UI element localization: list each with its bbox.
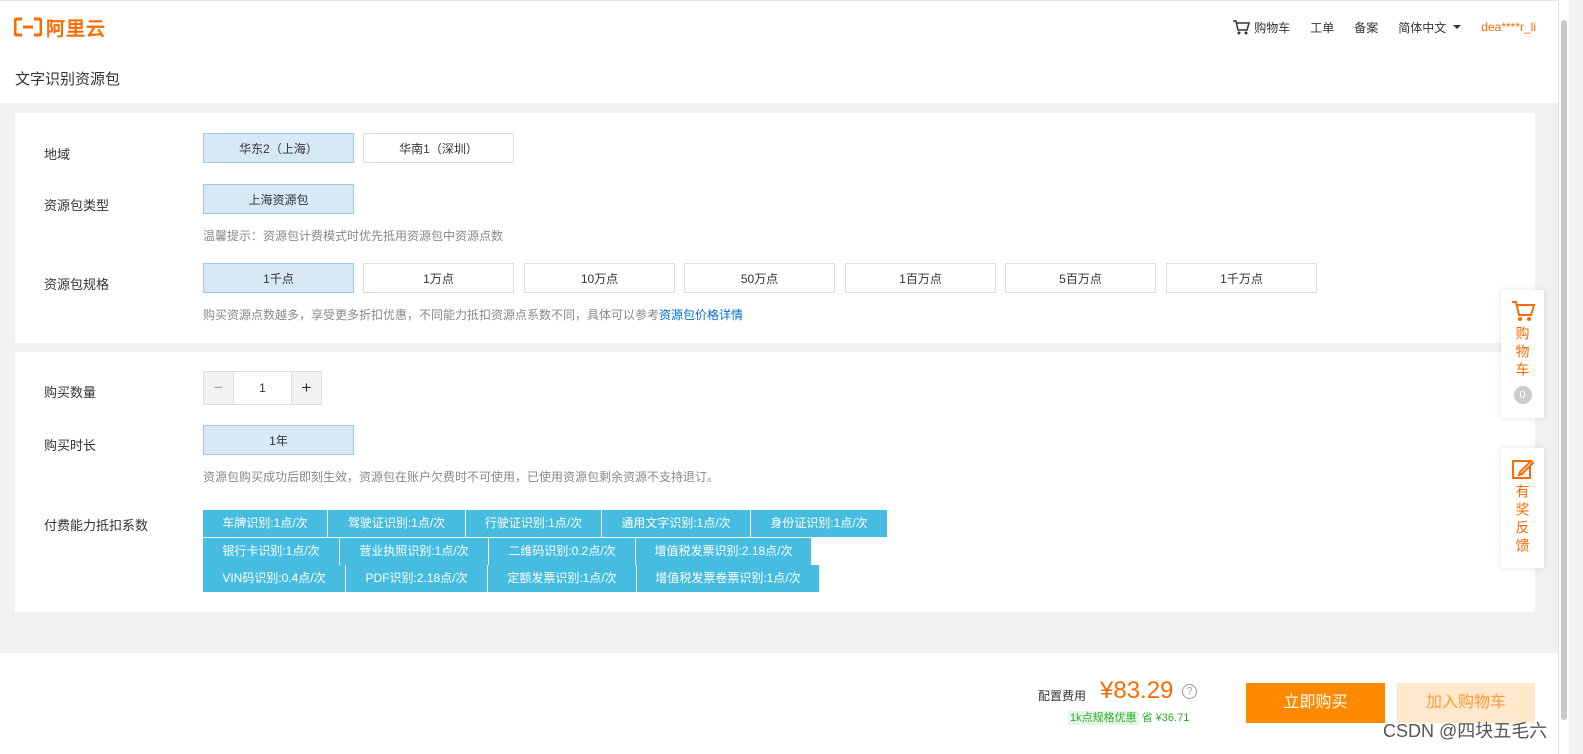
coef-tag: 行驶证识别:1点/次: [466, 510, 602, 537]
duration-label: 购买时长: [44, 438, 97, 453]
side-cart-label: 购物车: [1514, 326, 1531, 380]
cart-icon: [1233, 20, 1251, 35]
coef-row: VIN码识别:0.4点/次 PDF识别:2.18点/次 定额发票识别:1点/次 …: [203, 565, 820, 592]
region-label: 地域: [44, 147, 71, 162]
spec-hint-text: 购买资源点数越多，享受更多折扣优惠，不同能力抵扣资源点系数不同，具体可以参考: [203, 308, 660, 322]
aliyun-logo-icon: [14, 17, 42, 37]
plus-button[interactable]: +: [292, 372, 321, 404]
quantity-label: 购买数量: [44, 385, 97, 400]
top-nav-bar: 阿里云 购物车 工单 备案 简体中文 dea****r_li: [0, 0, 1558, 54]
package-type-hint: 温馨提示：资源包计费模式时优先抵用资源包中资源点数: [203, 229, 504, 243]
scrollbar-thumb[interactable]: [1561, 20, 1567, 720]
discount-info: 1k点规格优惠省 ¥36.71: [1068, 709, 1189, 725]
coef-tag: 营业执照识别:1点/次: [340, 538, 489, 565]
nav-cart[interactable]: 购物车: [1232, 19, 1290, 36]
buy-now-button[interactable]: 立即购买: [1246, 683, 1385, 723]
coef-tag: 增值税发票识别:2.18点/次: [636, 538, 812, 565]
coef-tag: 定额发票识别:1点/次: [488, 565, 637, 592]
coef-tag: 驾驶证识别:1点/次: [328, 510, 466, 537]
minus-button[interactable]: −: [204, 372, 233, 404]
nav-ticket[interactable]: 工单: [1310, 19, 1334, 36]
side-feedback-button[interactable]: 有奖反馈: [1501, 448, 1544, 568]
price-detail-link[interactable]: 资源包价格详情: [659, 308, 743, 322]
package-type-option[interactable]: 上海资源包: [203, 184, 354, 214]
coef-tag: 银行卡识别:1点/次: [203, 538, 340, 565]
spec-option[interactable]: 50万点: [684, 263, 835, 293]
spec-option[interactable]: 1千万点: [1166, 263, 1317, 293]
cost-label: 配置费用: [1038, 689, 1087, 703]
side-feedback-label: 有奖反馈: [1514, 484, 1531, 556]
region-option-shenzhen[interactable]: 华南1（深圳）: [363, 133, 514, 163]
spec-option[interactable]: 1百万点: [845, 263, 996, 293]
package-type-label: 资源包类型: [44, 198, 110, 213]
header-nav: 购物车 工单 备案 简体中文 dea****r_li: [1232, 1, 1536, 53]
discount-save: 省 ¥36.71: [1141, 712, 1190, 724]
watermark: CSDN @四块五毛六: [1383, 721, 1548, 741]
duration-hint: 资源包购买成功后即刻生效，资源包在账户欠费时不可使用，已使用资源包剩余资源不支持…: [203, 470, 720, 484]
quantity-stepper: − 1 +: [203, 371, 322, 405]
nav-beian[interactable]: 备案: [1354, 19, 1378, 36]
cart-count-badge: 0: [1513, 386, 1532, 404]
coef-tag: PDF识别:2.18点/次: [346, 565, 488, 592]
nav-user[interactable]: dea****r_li: [1481, 20, 1536, 34]
spec-label: 资源包规格: [44, 277, 110, 292]
help-icon[interactable]: ?: [1182, 684, 1197, 699]
discount-badge: 1k点规格优惠: [1068, 711, 1139, 725]
coef-tag: 身份证识别:1点/次: [751, 510, 888, 537]
duration-option[interactable]: 1年: [203, 425, 354, 455]
coef-tag: VIN码识别:0.4点/次: [203, 565, 346, 592]
spec-option[interactable]: 5百万点: [1005, 263, 1156, 293]
language-label: 简体中文: [1398, 20, 1447, 35]
spec-option[interactable]: 1万点: [363, 263, 514, 293]
coef-tag: 二维码识别:0.2点/次: [489, 538, 636, 565]
coef-tag: 增值税发票卷票识别:1点/次: [637, 565, 820, 592]
total-price: ¥83.29: [1100, 677, 1174, 704]
nav-cart-label: 购物车: [1254, 20, 1291, 35]
side-cart-button[interactable]: 购物车 0: [1501, 290, 1544, 418]
aliyun-logo[interactable]: 阿里云: [14, 14, 106, 40]
quantity-input[interactable]: 1: [233, 372, 292, 404]
coef-tag: 车牌识别:1点/次: [203, 510, 328, 537]
scrollbar[interactable]: [1558, 0, 1569, 754]
coef-row: 车牌识别:1点/次 驾驶证识别:1点/次 行驶证识别:1点/次 通用文字识别:1…: [203, 510, 888, 537]
nav-language[interactable]: 简体中文: [1398, 19, 1462, 36]
title-bar: 文字识别资源包: [0, 53, 1558, 103]
coef-tag: 通用文字识别:1点/次: [602, 510, 751, 537]
region-option-shanghai[interactable]: 华东2（上海）: [203, 133, 354, 163]
cart-icon: [1511, 301, 1535, 321]
logo-text: 阿里云: [46, 18, 107, 40]
coef-label: 付费能力抵扣系数: [44, 518, 149, 533]
price-footer: 配置费用 ¥83.29 ? 1k点规格优惠省 ¥36.71 立即购买 加入购物车: [0, 653, 1558, 754]
edit-icon: [1511, 459, 1534, 479]
purchase-panel: 购买数量 − 1 + 购买时长 1年 资源包购买成功后即刻生效，资源包在账户欠费…: [15, 352, 1535, 612]
spec-option[interactable]: 1千点: [203, 263, 354, 293]
coef-row: 银行卡识别:1点/次 营业执照识别:1点/次 二维码识别:0.2点/次 增值税发…: [203, 538, 812, 565]
config-panel: 地域 华东2（上海） 华南1（深圳） 资源包类型 上海资源包 温馨提示：资源包计…: [15, 113, 1535, 343]
spec-option[interactable]: 10万点: [524, 263, 675, 293]
page-title: 文字识别资源包: [15, 71, 121, 88]
chevron-down-icon: [1453, 25, 1462, 29]
spec-hint: 购买资源点数越多，享受更多折扣优惠，不同能力抵扣资源点系数不同，具体可以参考资源…: [203, 306, 743, 323]
